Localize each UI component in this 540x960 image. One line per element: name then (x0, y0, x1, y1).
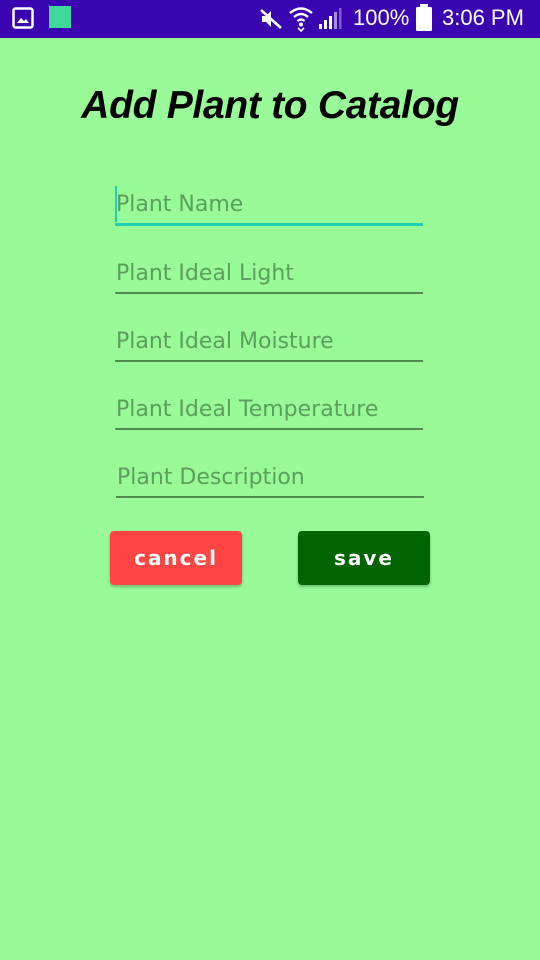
plant-name-input[interactable] (115, 186, 423, 226)
signal-icon (319, 8, 342, 29)
wifi-icon (289, 7, 313, 32)
battery-percentage: 100% (353, 5, 410, 30)
gallery-icon (12, 7, 34, 29)
plant-ideal-moisture-input[interactable] (115, 322, 423, 362)
clock: 3:06 PM (442, 5, 524, 30)
mute-icon (260, 9, 282, 29)
plant-ideal-temperature-input[interactable] (115, 390, 423, 430)
save-button[interactable]: save (298, 531, 430, 585)
plant-description-input[interactable] (116, 458, 424, 498)
app-notification-icon (49, 6, 71, 28)
cancel-button[interactable]: cancel (110, 531, 242, 585)
plant-ideal-light-input[interactable] (115, 254, 423, 294)
battery-icon (416, 4, 432, 31)
text-cursor (115, 186, 117, 222)
page-title: Add Plant to Catalog (81, 84, 459, 127)
status-bar: 100% 3:06 PM (0, 0, 540, 38)
